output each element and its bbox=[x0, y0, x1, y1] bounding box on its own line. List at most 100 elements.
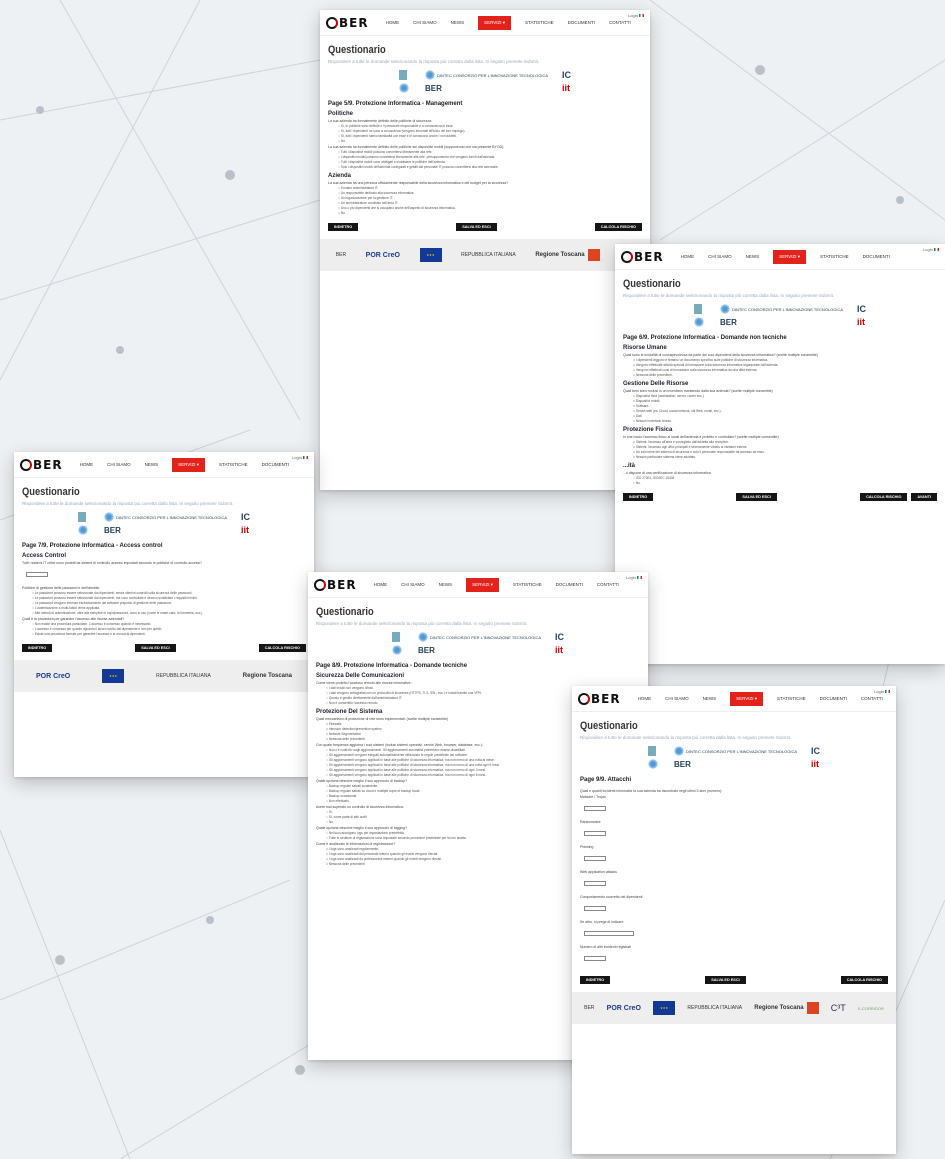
answer-select[interactable] bbox=[584, 881, 606, 886]
nav-home[interactable]: HOME bbox=[681, 254, 695, 259]
nav-servizi[interactable]: SERVIZI ▾ bbox=[478, 15, 512, 30]
radio-option[interactable]: Le password possono essere selezionate d… bbox=[32, 591, 306, 595]
radio-option[interactable]: Un responsabile dedicato alla sicurezza … bbox=[338, 191, 642, 195]
nav-home[interactable]: HOME bbox=[374, 582, 388, 587]
nav-statistiche[interactable]: STATISTICHE bbox=[820, 254, 849, 259]
answer-select[interactable] bbox=[584, 906, 606, 911]
nav-chi-siamo[interactable]: CHI SIAMO bbox=[107, 462, 131, 467]
nav-documenti[interactable]: DOCUMENTI bbox=[820, 696, 847, 701]
answer-select[interactable] bbox=[584, 831, 606, 836]
checkbox-option[interactable]: Nessuna delle precedenti. bbox=[633, 373, 937, 377]
nav-news[interactable]: NEWS bbox=[703, 696, 717, 701]
login-link[interactable]: Login bbox=[628, 13, 644, 18]
flag-icon[interactable] bbox=[303, 456, 308, 460]
checkbox-option[interactable]: Servizi web (es. Cloud, social network, … bbox=[633, 409, 937, 413]
radio-option[interactable]: Sì, le politiche sono definite e il pers… bbox=[338, 124, 642, 128]
radio-option[interactable]: Il nostro amministratore IT. bbox=[338, 186, 642, 190]
nav-servizi[interactable]: SERVIZI ▾ bbox=[172, 457, 206, 472]
radio-option[interactable]: L'accesso è concesso per quanto riguarda… bbox=[32, 627, 306, 631]
answer-select[interactable] bbox=[584, 856, 606, 861]
save-exit-button[interactable]: SALVA ED ESCI bbox=[705, 976, 746, 984]
checkbox-option[interactable]: Software. bbox=[633, 404, 937, 408]
checkbox-option[interactable]: Dispositivi mobili. bbox=[633, 399, 937, 403]
nav-news[interactable]: NEWS bbox=[451, 20, 465, 25]
back-button[interactable]: INDIETRO bbox=[328, 223, 359, 231]
nav-statistiche[interactable]: STATISTICHE bbox=[513, 582, 542, 587]
nav-statistiche[interactable]: STATISTICHE bbox=[525, 20, 554, 25]
nav-contatti[interactable]: CONTATTI bbox=[609, 20, 631, 25]
radio-option[interactable]: Un amministratore condiviso nell'area IT… bbox=[338, 201, 642, 205]
flag-icon[interactable] bbox=[934, 248, 939, 252]
login-label[interactable]: Login bbox=[923, 247, 933, 252]
calc-risk-button[interactable]: CALCOLA RISCHIO bbox=[860, 493, 908, 501]
radio-option[interactable]: Tutti i dispositivi mobili possono conne… bbox=[338, 150, 642, 154]
radio-option[interactable]: I dispositivi mobili possono connettersi… bbox=[338, 155, 642, 159]
radio-option[interactable]: L'autenticazione a multi-fattori viene a… bbox=[32, 606, 306, 610]
back-button[interactable]: INDIETRO bbox=[22, 644, 53, 652]
nav-chi-siamo[interactable]: CHI SIAMO bbox=[665, 696, 689, 701]
checkbox-option[interactable]: Nessun particolare sistema viene adottat… bbox=[633, 455, 937, 459]
save-exit-button[interactable]: SALVA ED ESCI bbox=[736, 493, 777, 501]
nav-news[interactable]: NEWS bbox=[145, 462, 159, 467]
back-button[interactable]: INDIETRO bbox=[580, 976, 611, 984]
checkbox-option[interactable]: Sistemi: l'accesso all'area è sorvegliat… bbox=[633, 440, 937, 444]
login-link[interactable]: Login bbox=[292, 455, 308, 460]
login-label[interactable]: Login bbox=[626, 575, 636, 580]
checkbox-option[interactable]: Dati. bbox=[633, 414, 937, 418]
nav-contatti[interactable]: CONTATTI bbox=[861, 696, 883, 701]
radio-option[interactable]: Non esiste una procedura particolare. L'… bbox=[32, 622, 306, 626]
login-link[interactable]: Login bbox=[923, 247, 939, 252]
nav-servizi[interactable]: SERVIZI ▾ bbox=[730, 691, 764, 706]
nav-home[interactable]: HOME bbox=[80, 462, 94, 467]
flag-icon[interactable] bbox=[637, 576, 642, 580]
radio-option[interactable]: No. bbox=[338, 211, 642, 215]
radio-option[interactable]: No. bbox=[338, 139, 642, 143]
radio-option[interactable]: Esiste una procedura formale per garanti… bbox=[32, 632, 306, 636]
radio-option[interactable]: Un'organizzazione per la gestione IT. bbox=[338, 196, 642, 200]
radio-option[interactable]: Uno o più dipendenti che si occupano anc… bbox=[338, 206, 642, 210]
nav-contatti[interactable]: CONTATTI bbox=[597, 582, 619, 587]
answer-select[interactable] bbox=[26, 572, 48, 577]
login-link[interactable]: Login bbox=[874, 689, 890, 694]
radio-option[interactable]: ISO 27001, ISO/IEC 15408 bbox=[633, 476, 937, 480]
save-exit-button[interactable]: SALVA ED ESCI bbox=[456, 223, 497, 231]
nav-chi-siamo[interactable]: CHI SIAMO bbox=[413, 20, 437, 25]
answer-select[interactable] bbox=[584, 806, 606, 811]
nav-documenti[interactable]: DOCUMENTI bbox=[262, 462, 289, 467]
login-label[interactable]: Login bbox=[292, 455, 302, 460]
nav-home[interactable]: HOME bbox=[638, 696, 652, 701]
calc-risk-button[interactable]: CALCOLA RISCHIO bbox=[258, 644, 306, 652]
radio-option[interactable]: Sì, tutti i dipendenti hanno familiarità… bbox=[338, 134, 642, 138]
radio-option[interactable]: Le password possono essere selezionate d… bbox=[32, 596, 306, 600]
back-button[interactable]: INDIETRO bbox=[623, 493, 654, 501]
flag-icon[interactable] bbox=[639, 14, 644, 18]
checkbox-option[interactable]: Un solo bene del sistema di sicurezza e … bbox=[633, 450, 937, 454]
radio-option[interactable]: Tutti i dispositivi mobili sono obbligat… bbox=[338, 160, 642, 164]
login-label[interactable]: Login bbox=[874, 689, 884, 694]
nav-statistiche[interactable]: STATISTICHE bbox=[219, 462, 248, 467]
checkbox-option[interactable]: I dipendenti leggono e firmano un docume… bbox=[633, 358, 937, 362]
next-button[interactable]: AVANTI bbox=[911, 493, 937, 501]
other-text-input[interactable] bbox=[584, 931, 634, 936]
cyber-logo[interactable]: BER bbox=[314, 578, 357, 592]
checkbox-option[interactable]: Nessun inventario tenuto. bbox=[633, 419, 937, 423]
checkbox-option[interactable]: Dispositivi fisici (workstation, server,… bbox=[633, 394, 937, 398]
cyber-logo[interactable]: BER bbox=[621, 250, 664, 264]
radio-option[interactable]: Le password vengono emesse esclusivament… bbox=[32, 601, 306, 605]
login-label[interactable]: Login bbox=[628, 13, 638, 18]
nav-documenti[interactable]: DOCUMENTI bbox=[556, 582, 583, 587]
radio-option[interactable]: No. bbox=[633, 481, 937, 485]
checkbox-option[interactable]: Sistemi: l'accesso agli uffici principal… bbox=[633, 445, 937, 449]
nav-documenti[interactable]: DOCUMENTI bbox=[863, 254, 890, 259]
nav-documenti[interactable]: DOCUMENTI bbox=[568, 20, 595, 25]
nav-servizi[interactable]: SERVIZI ▾ bbox=[466, 577, 500, 592]
radio-option[interactable]: Sì, tutti i dipendenti ne sono a conosce… bbox=[338, 129, 642, 133]
cyber-logo[interactable]: BER bbox=[578, 692, 621, 706]
flag-icon[interactable] bbox=[885, 690, 890, 694]
calc-risk-button[interactable]: CALCOLA RISCHIO bbox=[840, 976, 888, 984]
cyber-logo[interactable]: BER bbox=[20, 458, 63, 472]
radio-option[interactable]: Solo i dispositivi mobili dell'azienda c… bbox=[338, 165, 642, 169]
radio-option[interactable]: Altri metodi di autenticazione, oltre al… bbox=[32, 611, 306, 615]
nav-news[interactable]: NEWS bbox=[439, 582, 453, 587]
calc-risk-button[interactable]: CALCOLA RISCHIO bbox=[594, 223, 642, 231]
